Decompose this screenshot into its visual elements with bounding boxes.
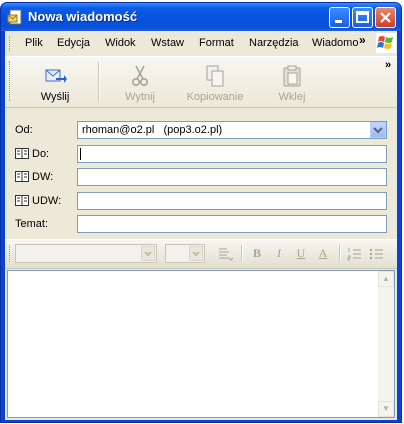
toolbar-grip[interactable] bbox=[9, 61, 13, 101]
send-label: Wyślij bbox=[40, 91, 70, 103]
send-icon bbox=[45, 69, 67, 83]
cut-label: Wytnij bbox=[125, 91, 155, 103]
bcc-input[interactable] bbox=[77, 192, 387, 210]
maximize-icon bbox=[356, 11, 369, 23]
menu-format[interactable]: Format bbox=[199, 37, 234, 49]
vertical-scrollbar[interactable]: ▲ ▼ bbox=[378, 271, 394, 417]
paragraph-style-button[interactable] bbox=[216, 245, 234, 262]
bcc-label-wrap[interactable]: UDW: bbox=[15, 195, 61, 207]
menu-wstaw[interactable]: Wstaw bbox=[151, 37, 184, 49]
menu-grip[interactable] bbox=[9, 36, 13, 51]
cc-label: DW: bbox=[32, 171, 54, 183]
paste-icon bbox=[283, 65, 301, 87]
chevron-down-icon bbox=[192, 251, 200, 257]
address-book-icon bbox=[15, 171, 29, 182]
format-separator bbox=[241, 245, 243, 262]
message-body[interactable]: ▲ ▼ bbox=[7, 270, 395, 418]
address-book-icon bbox=[15, 148, 29, 159]
underline-button[interactable]: U bbox=[292, 245, 310, 262]
formatting-toolbar: B I U A bbox=[5, 239, 397, 269]
cc-label-wrap[interactable]: DW: bbox=[15, 171, 53, 183]
title-bar[interactable]: Nowa wiadomość bbox=[1, 3, 401, 31]
scroll-up-button[interactable]: ▲ bbox=[378, 271, 394, 287]
to-input[interactable] bbox=[77, 145, 387, 163]
scissors-icon bbox=[132, 65, 149, 87]
font-color-button[interactable]: A bbox=[314, 245, 332, 262]
bullet-list-icon bbox=[370, 249, 383, 259]
menu-edycja[interactable]: Edycja bbox=[57, 37, 90, 49]
close-icon bbox=[380, 12, 391, 23]
minimize-button[interactable] bbox=[329, 7, 350, 28]
copy-icon bbox=[206, 65, 224, 87]
cut-button[interactable]: Wytnij bbox=[100, 61, 180, 103]
message-header: Od: rhoman@o2.pl (pop3.o2.pl) Do: DW: UD… bbox=[5, 108, 397, 236]
menu-wiadomosc[interactable]: Wiadomo bbox=[312, 37, 358, 49]
to-label: Do: bbox=[32, 148, 50, 160]
font-size-select[interactable] bbox=[165, 244, 205, 263]
compose-window: Nowa wiadomość Plik Edycja Widok Wstaw F… bbox=[0, 2, 402, 423]
new-message-icon bbox=[7, 9, 22, 25]
windows-logo-icon bbox=[376, 33, 396, 53]
toolbar-overflow-icon[interactable]: » bbox=[385, 59, 391, 71]
to-label-wrap[interactable]: Do: bbox=[15, 148, 49, 160]
menu-overflow-icon[interactable]: » bbox=[359, 33, 366, 47]
from-label: Od: bbox=[15, 124, 33, 136]
main-toolbar: Wyślij Wytnij Kopiowanie Wklej » bbox=[5, 57, 397, 108]
address-book-icon bbox=[15, 195, 29, 206]
menu-narzedzia[interactable]: Narzędzia bbox=[249, 37, 299, 49]
chevron-down-icon bbox=[144, 251, 152, 257]
bcc-label: UDW: bbox=[32, 195, 62, 207]
format-toolbar-grip[interactable] bbox=[9, 245, 13, 262]
menu-plik[interactable]: Plik bbox=[25, 37, 43, 49]
italic-button[interactable]: I bbox=[270, 245, 288, 262]
chevron-down-icon bbox=[373, 127, 383, 134]
text-caret bbox=[80, 148, 81, 160]
menu-widok[interactable]: Widok bbox=[105, 37, 136, 49]
cc-input[interactable] bbox=[77, 168, 387, 186]
from-value: rhoman@o2.pl (pop3.o2.pl) bbox=[82, 124, 223, 136]
from-select[interactable]: rhoman@o2.pl (pop3.o2.pl) bbox=[77, 121, 387, 139]
bold-button[interactable]: B bbox=[248, 245, 266, 262]
font-name-select[interactable] bbox=[15, 244, 157, 263]
bullet-list-button[interactable] bbox=[368, 245, 386, 262]
menu-bar: Plik Edycja Widok Wstaw Format Narzędzia… bbox=[5, 31, 397, 57]
copy-button[interactable]: Kopiowanie bbox=[175, 61, 255, 103]
send-button[interactable]: Wyślij bbox=[15, 61, 95, 103]
window-client: Plik Edycja Widok Wstaw Format Narzędzia… bbox=[5, 31, 397, 420]
format-separator bbox=[339, 245, 341, 262]
numbered-list-icon bbox=[347, 248, 361, 261]
paste-label: Wklej bbox=[278, 91, 306, 103]
from-dropdown-button[interactable] bbox=[370, 122, 386, 138]
font-size-dropdown-button[interactable] bbox=[189, 246, 203, 261]
numbered-list-button[interactable] bbox=[346, 245, 364, 262]
subject-label: Temat: bbox=[15, 218, 49, 230]
paragraph-style-icon bbox=[219, 248, 234, 261]
copy-label: Kopiowanie bbox=[186, 91, 244, 103]
scroll-down-button[interactable]: ▼ bbox=[378, 401, 394, 417]
close-button[interactable] bbox=[375, 7, 396, 28]
maximize-button[interactable] bbox=[352, 7, 373, 28]
window-title: Nowa wiadomość bbox=[28, 9, 138, 24]
subject-input[interactable] bbox=[77, 215, 387, 233]
minimize-icon bbox=[335, 20, 342, 23]
paste-button[interactable]: Wklej bbox=[252, 61, 332, 103]
font-name-dropdown-button[interactable] bbox=[141, 246, 155, 261]
